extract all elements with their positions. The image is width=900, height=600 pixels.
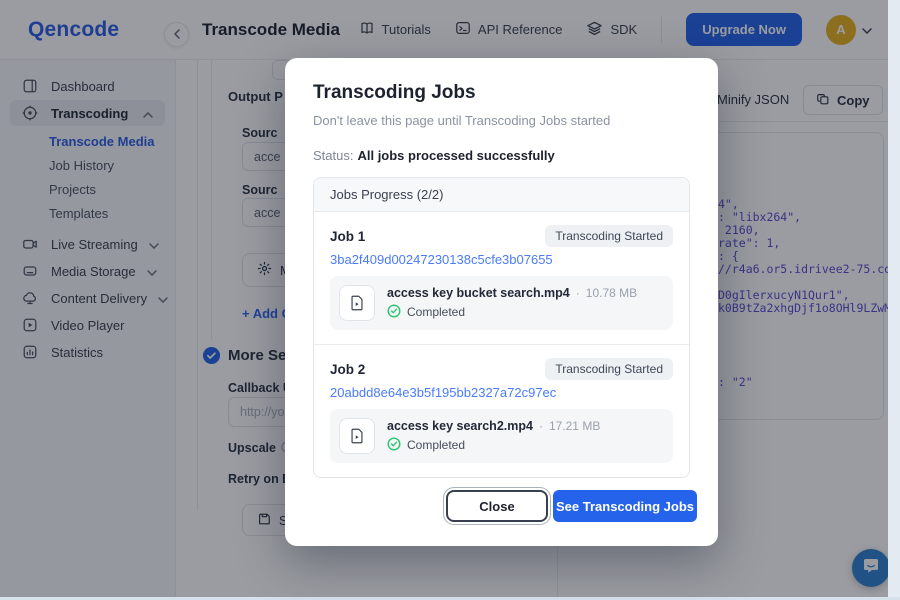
- dot-separator: ·: [538, 418, 543, 433]
- job-id-link[interactable]: 20abdd8e64e3b5f195bb2327a72c97ec: [330, 385, 673, 400]
- app-root: Qencode Transcode Media Tutorials API Re…: [0, 0, 900, 600]
- dot-separator: ·: [575, 285, 580, 300]
- modal-footer: Close See Transcoding Jobs: [446, 490, 697, 522]
- file-card: access key bucket search.mp4 · 10.78 MB …: [330, 276, 673, 330]
- close-button[interactable]: Close: [446, 490, 548, 522]
- file-size: 17.21 MB: [548, 418, 601, 433]
- job-id-link[interactable]: 3ba2f409d00247230138c5cfe3b07655: [330, 252, 673, 267]
- file-name: access key search2.mp4: [387, 418, 533, 433]
- job-name: Job 1: [330, 228, 366, 244]
- status-line: Status: All jobs processed successfully: [313, 148, 690, 163]
- file-card: access key search2.mp4 · 17.21 MB Comple…: [330, 409, 673, 463]
- file-size: 10.78 MB: [585, 285, 638, 300]
- status-value: All jobs processed successfully: [357, 148, 555, 163]
- job-row: Job 2 Transcoding Started 20abdd8e64e3b5…: [314, 344, 689, 477]
- see-transcoding-jobs-button[interactable]: See Transcoding Jobs: [553, 490, 697, 522]
- video-file-icon: [339, 418, 375, 454]
- file-status: Completed: [407, 438, 466, 452]
- modal-title: Transcoding Jobs: [313, 82, 476, 103]
- file-name: access key bucket search.mp4: [387, 285, 570, 300]
- vertical-scrollbar[interactable]: [888, 0, 900, 600]
- job-status-badge: Transcoding Started: [545, 225, 673, 247]
- modal-subtitle: Don't leave this page until Transcoding …: [313, 113, 611, 128]
- transcoding-jobs-modal: Transcoding Jobs Don't leave this page u…: [285, 58, 718, 546]
- check-circle-icon: [387, 303, 401, 321]
- jobs-progress-header: Jobs Progress (2/2): [314, 178, 689, 212]
- check-circle-icon: [387, 436, 401, 454]
- file-status: Completed: [407, 305, 466, 319]
- video-file-icon: [339, 285, 375, 321]
- job-status-badge: Transcoding Started: [545, 358, 673, 380]
- job-name: Job 2: [330, 361, 366, 377]
- jobs-progress-panel: Jobs Progress (2/2) Job 1 Transcoding St…: [313, 177, 690, 478]
- job-row: Job 1 Transcoding Started 3ba2f409d00247…: [314, 212, 689, 344]
- status-label: Status:: [313, 148, 354, 163]
